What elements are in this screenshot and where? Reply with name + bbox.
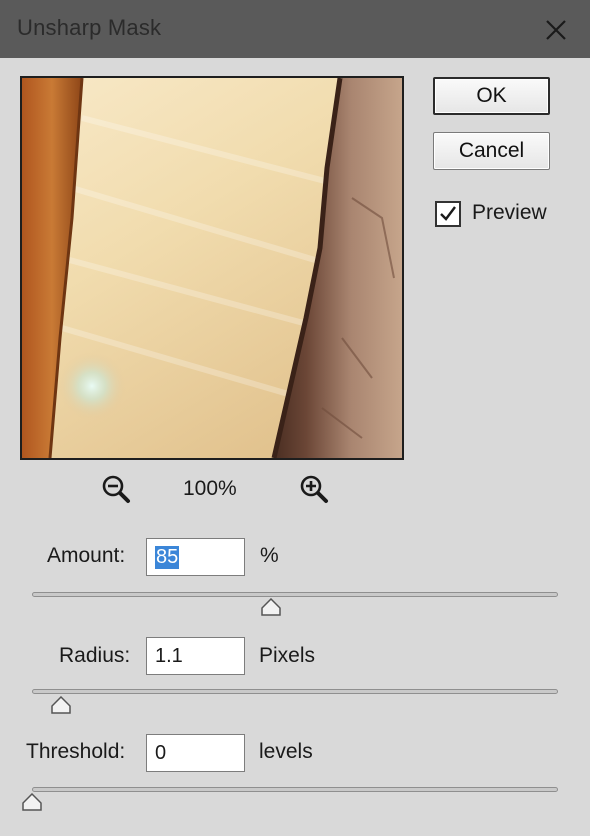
zoom-level: 100% — [183, 477, 237, 500]
radius-label: Radius: — [59, 644, 131, 667]
threshold-slider-track[interactable] — [32, 787, 558, 792]
window-title: Unsharp Mask — [17, 15, 162, 40]
close-icon — [546, 20, 566, 40]
radius-unit: Pixels — [259, 644, 316, 667]
cancel-button[interactable]: Cancel — [433, 132, 550, 170]
threshold-label: Threshold: — [26, 740, 126, 763]
title-bar: Unsharp Mask — [0, 0, 590, 58]
amount-slider-thumb[interactable] — [260, 598, 282, 616]
preview-photo — [22, 78, 402, 458]
zoom-in-icon — [300, 475, 328, 503]
zoom-in-button[interactable] — [299, 474, 329, 504]
threshold-value: 0 — [155, 741, 167, 764]
preview-checkbox[interactable] — [435, 201, 461, 227]
radius-input[interactable]: 1.1 — [146, 637, 245, 675]
amount-slider-track[interactable] — [32, 592, 558, 597]
amount-label: Amount: — [47, 544, 126, 567]
close-button[interactable] — [536, 10, 576, 50]
threshold-unit: levels — [259, 740, 313, 763]
radius-value: 1.1 — [155, 644, 183, 667]
preview-label: Preview — [472, 201, 547, 224]
amount-input[interactable]: 85 — [146, 538, 245, 576]
zoom-out-button[interactable] — [101, 474, 131, 504]
radius-slider-track[interactable] — [32, 689, 558, 694]
amount-unit: % — [260, 544, 279, 567]
amount-value: 85 — [155, 545, 180, 569]
preview-image[interactable] — [20, 76, 404, 460]
ok-button[interactable]: OK — [433, 77, 550, 115]
checkmark-icon — [440, 206, 456, 221]
threshold-slider-thumb[interactable] — [21, 793, 43, 811]
radius-slider-thumb[interactable] — [50, 696, 72, 714]
threshold-input[interactable]: 0 — [146, 734, 245, 772]
zoom-out-icon — [102, 475, 130, 503]
